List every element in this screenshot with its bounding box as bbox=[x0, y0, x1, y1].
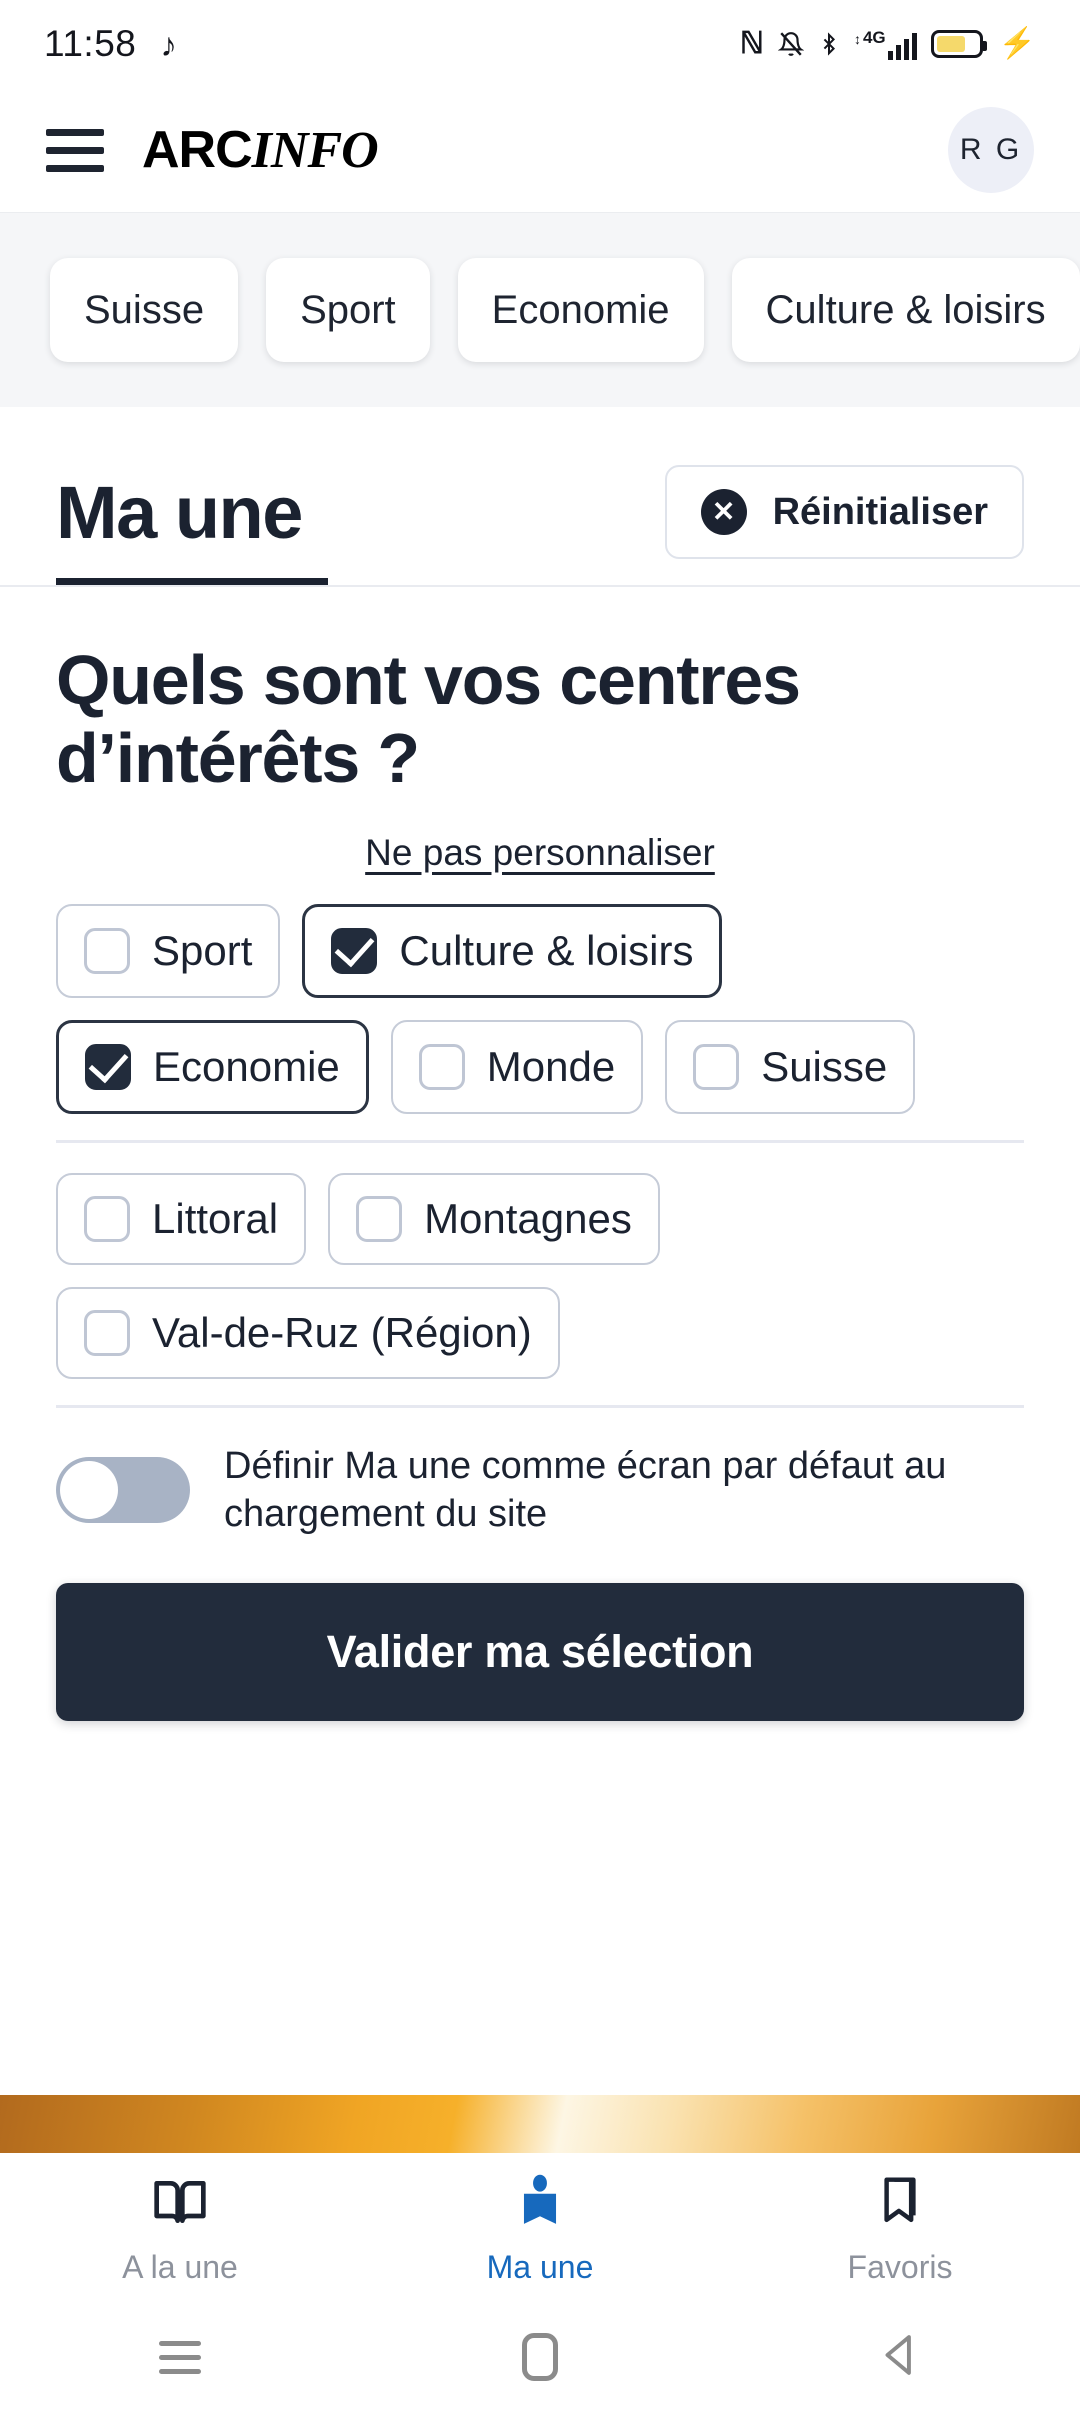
section-divider bbox=[56, 1139, 1024, 1143]
checkbox-chip-monde[interactable]: Monde bbox=[390, 1019, 644, 1114]
logo-text-arc: ARC bbox=[142, 121, 253, 179]
android-home-button[interactable] bbox=[360, 2333, 720, 2381]
region-row: Val-de-Ruz (Région) bbox=[56, 1286, 1024, 1379]
phone-screen: 11:58 ♪ ℕ ↕ 4G ⚡ ARCINFO R G Suisse Spor… bbox=[0, 0, 1080, 2412]
checkbox-chip-culture-loisirs[interactable]: Culture & loisirs bbox=[302, 903, 723, 998]
toggle-knob bbox=[60, 1461, 118, 1520]
main-content: Quels sont vos centres d’intérêts ? Ne p… bbox=[0, 641, 1080, 1722]
nfc-icon: ℕ bbox=[739, 27, 764, 60]
active-tab-indicator bbox=[56, 578, 328, 585]
person-book-icon bbox=[514, 2171, 566, 2233]
status-bar: 11:58 ♪ ℕ ↕ 4G ⚡ bbox=[0, 0, 1080, 88]
category-scroller[interactable]: Suisse Sport Economie Culture & loisirs bbox=[0, 212, 1080, 407]
battery-charging-icon: ⚡ bbox=[998, 27, 1036, 60]
mobile-data-4g-icon: ↕ 4G bbox=[854, 29, 917, 60]
nav-item-favoris[interactable]: Favoris bbox=[720, 2171, 1080, 2286]
checkbox-chip-montagnes[interactable]: Montagnes bbox=[328, 1172, 660, 1265]
interest-checkbox-group: Sport Culture & loisirs Economie Monde S… bbox=[56, 903, 1024, 1114]
android-navigation-bar bbox=[0, 2302, 1080, 2412]
signal-bars-icon bbox=[887, 32, 917, 60]
checkbox-chip-label: Suisse bbox=[761, 1042, 888, 1090]
category-chip-suisse[interactable]: Suisse bbox=[50, 258, 239, 362]
home-icon bbox=[522, 2333, 558, 2381]
title-divider bbox=[0, 585, 1080, 587]
avatar[interactable]: R G bbox=[948, 107, 1034, 193]
notifications-muted-icon bbox=[777, 29, 804, 59]
bluetooth-icon bbox=[818, 29, 840, 59]
close-circle-icon: ✕ bbox=[700, 489, 747, 535]
android-recents-button[interactable] bbox=[0, 2340, 360, 2374]
android-back-button[interactable] bbox=[720, 2330, 1080, 2385]
nav-item-a-la-une[interactable]: A la une bbox=[0, 2171, 360, 2286]
checkbox-icon bbox=[84, 927, 130, 974]
default-screen-toggle-label: Définir Ma une comme écran par défaut au… bbox=[224, 1444, 947, 1536]
reset-button-label: Réinitialiser bbox=[772, 490, 988, 533]
checkbox-chip-label: Monde bbox=[486, 1042, 616, 1090]
category-chip-sport[interactable]: Sport bbox=[266, 258, 430, 362]
data-arrows-icon: ↕ bbox=[853, 30, 861, 47]
checkbox-icon bbox=[356, 1195, 403, 1242]
checkbox-icon bbox=[693, 1043, 740, 1090]
category-chip-label: Economie bbox=[491, 287, 670, 332]
category-chip-culture[interactable]: Culture & loisirs bbox=[731, 258, 1080, 362]
category-chip-label: Suisse bbox=[84, 287, 205, 332]
checkbox-chip-label: Culture & loisirs bbox=[399, 926, 694, 974]
checkbox-checked-icon bbox=[85, 1043, 131, 1090]
bookmark-icon bbox=[871, 2171, 929, 2233]
submit-selection-label: Valider ma sélection bbox=[326, 1626, 754, 1678]
back-icon bbox=[878, 2330, 922, 2385]
region-row: Littoral Montagnes bbox=[56, 1172, 1024, 1265]
interest-row: Economie Monde Suisse bbox=[56, 1019, 1024, 1114]
status-bar-icons: ℕ ↕ 4G ⚡ bbox=[740, 29, 1036, 60]
checkbox-chip-label: Val-de-Ruz (Région) bbox=[152, 1308, 532, 1356]
skip-personalization-link[interactable]: Ne pas personnaliser bbox=[56, 832, 1024, 874]
checkbox-chip-label: Sport bbox=[152, 926, 253, 974]
checkbox-chip-sport[interactable]: Sport bbox=[56, 903, 281, 998]
nav-item-label: A la une bbox=[122, 2249, 238, 2285]
promo-banner[interactable] bbox=[0, 2095, 1080, 2153]
page-title-row: Ma une ✕ Réinitialiser bbox=[0, 407, 1080, 585]
checkbox-chip-label: Economie bbox=[153, 1042, 340, 1090]
music-note-icon: ♪ bbox=[160, 25, 177, 63]
open-book-icon bbox=[149, 2171, 211, 2233]
nav-item-ma-une[interactable]: Ma une bbox=[360, 2171, 720, 2286]
bottom-navigation: A la une Ma une Favoris bbox=[0, 2153, 1080, 2305]
interest-row: Sport Culture & loisirs bbox=[56, 903, 1024, 998]
checkbox-chip-littoral[interactable]: Littoral bbox=[56, 1172, 307, 1265]
section-divider bbox=[56, 1404, 1024, 1408]
network-type-label: 4G bbox=[862, 27, 886, 47]
checkbox-chip-label: Littoral bbox=[152, 1194, 279, 1242]
reset-button[interactable]: ✕ Réinitialiser bbox=[664, 465, 1024, 559]
checkbox-chip-suisse[interactable]: Suisse bbox=[665, 1019, 916, 1114]
checkbox-icon bbox=[84, 1309, 130, 1356]
checkbox-chip-economie[interactable]: Economie bbox=[56, 1019, 369, 1114]
arcinfo-logo[interactable]: ARCINFO bbox=[142, 120, 379, 180]
category-chip-economie[interactable]: Economie bbox=[457, 258, 704, 362]
checkbox-chip-val-de-ruz[interactable]: Val-de-Ruz (Région) bbox=[56, 1286, 560, 1379]
submit-selection-button[interactable]: Valider ma sélection bbox=[56, 1583, 1024, 1722]
page-heading: Quels sont vos centres d’intérêts ? bbox=[56, 641, 801, 798]
region-checkbox-group: Littoral Montagnes Val-de-Ruz (Région) bbox=[56, 1172, 1024, 1379]
checkbox-icon bbox=[418, 1043, 465, 1090]
logo-text-info: INFO bbox=[251, 122, 379, 179]
default-screen-toggle-row[interactable]: Définir Ma une comme écran par défaut au… bbox=[56, 1442, 1024, 1539]
recents-icon bbox=[159, 2340, 201, 2374]
hamburger-menu-icon[interactable] bbox=[46, 128, 104, 172]
category-chip-label: Culture & loisirs bbox=[765, 287, 1046, 332]
avatar-initials: R G bbox=[959, 133, 1023, 166]
app-header: ARCINFO R G bbox=[0, 88, 1080, 212]
default-screen-toggle[interactable] bbox=[56, 1457, 190, 1524]
battery-icon bbox=[930, 30, 987, 58]
nav-item-label: Favoris bbox=[847, 2249, 953, 2285]
checkbox-icon bbox=[84, 1195, 130, 1242]
nav-item-label: Ma une bbox=[486, 2249, 594, 2285]
checkbox-chip-label: Montagnes bbox=[424, 1194, 632, 1242]
status-bar-time: 11:58 bbox=[44, 23, 137, 64]
category-chip-label: Sport bbox=[300, 287, 396, 332]
checkbox-checked-icon bbox=[331, 927, 378, 974]
page-title: Ma une bbox=[56, 470, 303, 554]
